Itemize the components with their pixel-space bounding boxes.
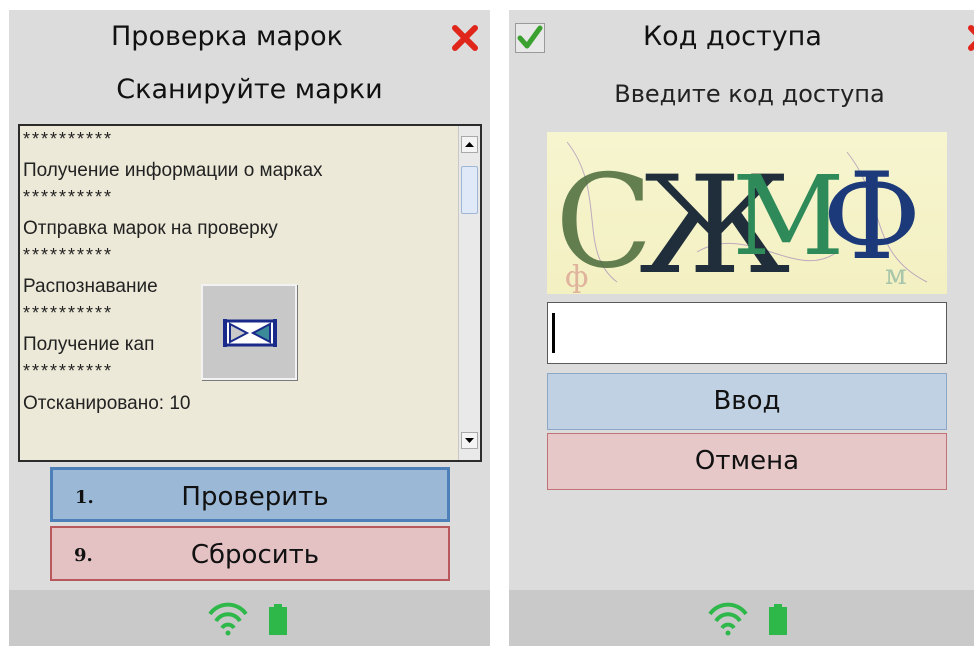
wifi-icon bbox=[708, 602, 748, 636]
status-icons bbox=[208, 602, 287, 636]
scroll-down-arrow[interactable] bbox=[461, 432, 478, 449]
access-code-input[interactable] bbox=[547, 302, 947, 364]
scroll-up-arrow[interactable] bbox=[461, 136, 478, 153]
busy-indicator bbox=[201, 284, 297, 380]
cancel-button[interactable]: Отмена bbox=[547, 433, 947, 490]
page-title: Код доступа bbox=[643, 21, 822, 52]
scroll-thumb[interactable] bbox=[461, 166, 478, 214]
status-icons bbox=[708, 602, 787, 636]
captcha-picture: ф м С Ж М Ф bbox=[555, 141, 928, 294]
battery-icon bbox=[769, 604, 787, 635]
log-entry: Получение информации о марках bbox=[23, 160, 323, 181]
log-separator: ********** bbox=[23, 245, 114, 265]
check-button[interactable]: 1. Проверить bbox=[50, 467, 450, 522]
log-separator: ********** bbox=[23, 187, 114, 207]
close-icon[interactable] bbox=[450, 23, 480, 53]
reset-button[interactable]: 9. Сбросить bbox=[50, 526, 450, 581]
instruction-text: Введите код доступа bbox=[614, 80, 885, 108]
title-bar: Код доступа bbox=[509, 10, 974, 64]
hourglass-icon bbox=[223, 319, 277, 347]
captcha-image: ф м С Ж М Ф bbox=[547, 132, 947, 294]
check-label: Проверить bbox=[181, 482, 329, 512]
status-bar bbox=[509, 590, 974, 646]
scrollbar[interactable] bbox=[458, 126, 480, 460]
page-title: Проверка марок bbox=[111, 21, 343, 52]
status-bar bbox=[9, 590, 490, 646]
title-bar: Проверка марок bbox=[9, 10, 490, 64]
reset-label: Сбросить bbox=[190, 540, 320, 570]
chevron-up-icon bbox=[465, 142, 474, 147]
enter-button[interactable]: Ввод bbox=[547, 373, 947, 430]
log-entry: Отсканировано: 10 bbox=[23, 393, 191, 414]
instruction-text: Сканируйте марки bbox=[116, 74, 383, 105]
access-code-screen: Код доступа Введите код доступа ф м С Ж … bbox=[509, 10, 974, 646]
text-caret bbox=[552, 313, 555, 353]
chevron-down-icon bbox=[465, 438, 474, 443]
log-entry: Отправка марок на проверку bbox=[23, 218, 278, 239]
battery-icon bbox=[269, 604, 287, 635]
checkmark-icon[interactable] bbox=[515, 23, 545, 53]
log-separator: ********** bbox=[23, 129, 114, 149]
check-stamps-screen: Проверка марок Сканируйте марки ********… bbox=[9, 10, 490, 646]
wifi-icon bbox=[208, 602, 248, 636]
close-icon[interactable] bbox=[966, 23, 974, 53]
svg-text:Ф: Ф bbox=[822, 148, 922, 287]
